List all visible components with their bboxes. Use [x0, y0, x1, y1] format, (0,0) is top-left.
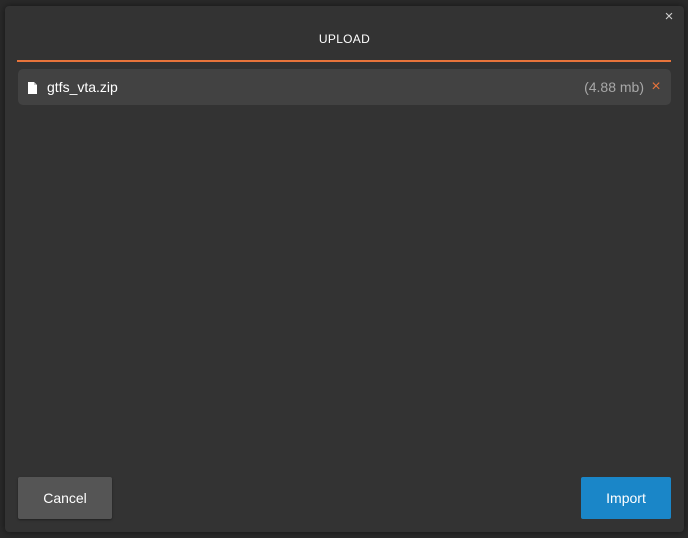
file-size: (4.88 mb): [584, 79, 644, 95]
upload-dialog: × UPLOAD gtfs_vta.zip (4.88 mb) × Cancel…: [5, 6, 684, 532]
close-icon[interactable]: ×: [662, 9, 676, 24]
file-name: gtfs_vta.zip: [47, 79, 118, 95]
remove-file-icon[interactable]: ×: [649, 79, 663, 95]
cancel-button[interactable]: Cancel: [18, 477, 112, 519]
file-icon: [28, 81, 37, 94]
import-button[interactable]: Import: [581, 477, 671, 519]
title-divider: [17, 60, 671, 62]
dialog-title: UPLOAD: [318, 32, 371, 46]
file-list-item: gtfs_vta.zip (4.88 mb) ×: [18, 69, 671, 105]
